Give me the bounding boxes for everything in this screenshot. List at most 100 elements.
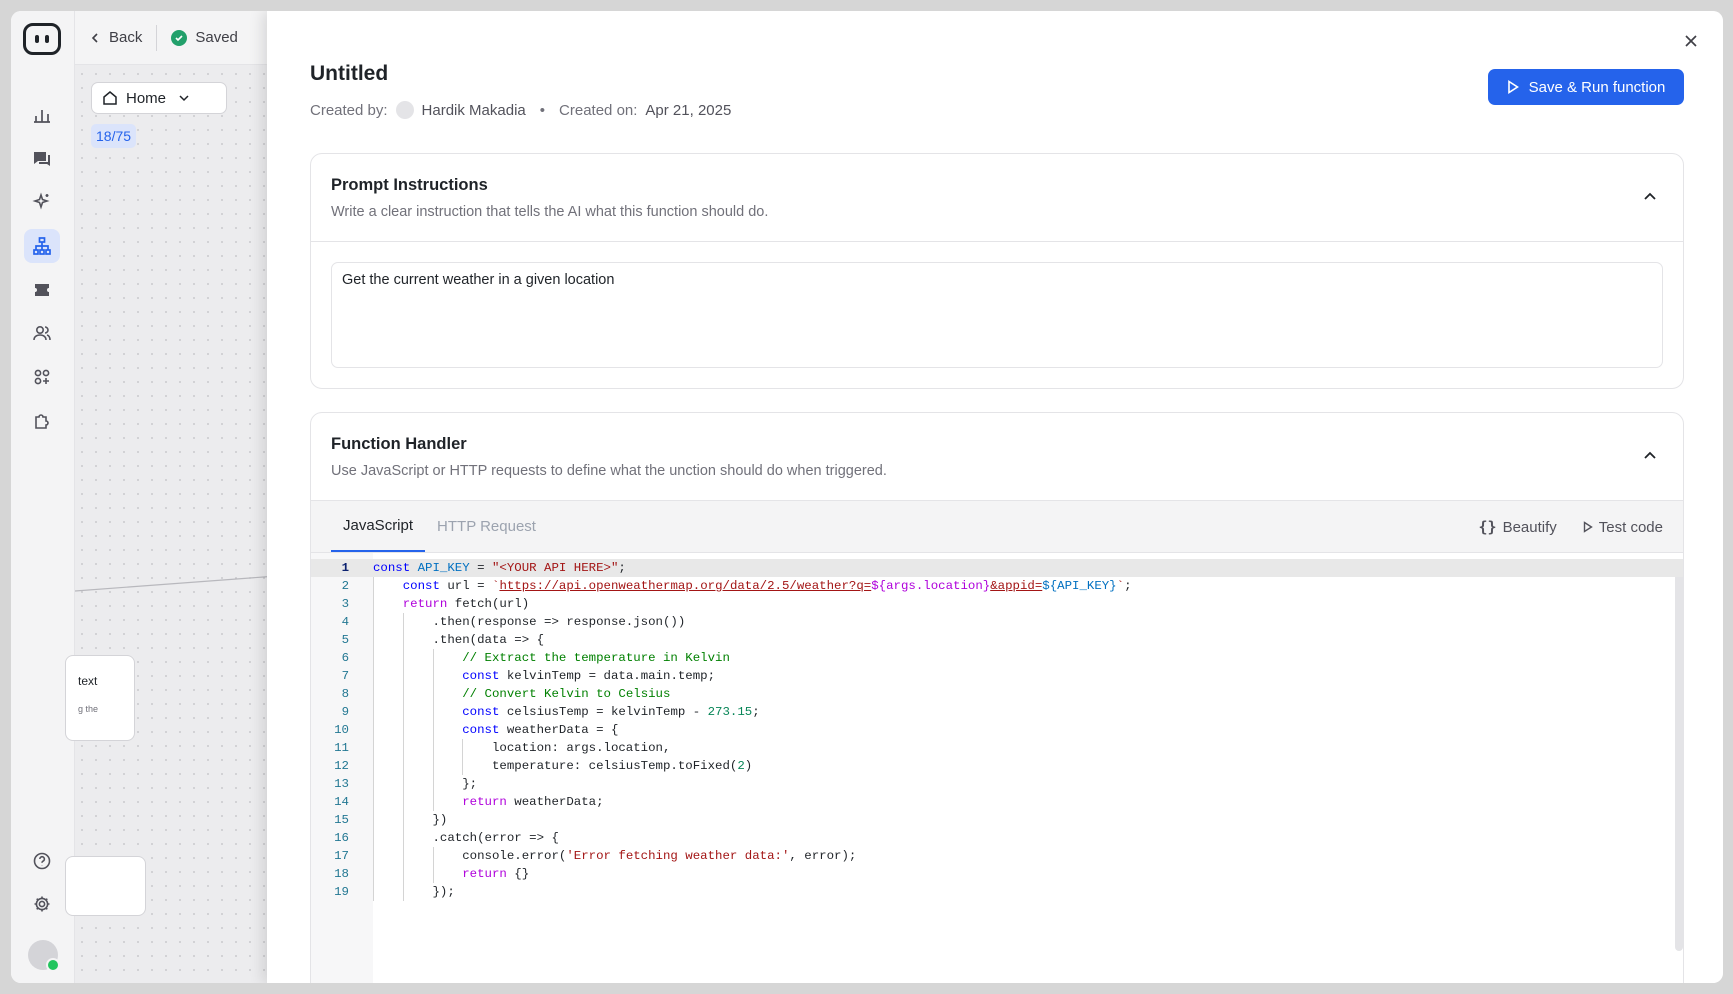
editor-tools: {} Beautify Test code [1479, 501, 1663, 553]
divider [156, 24, 158, 51]
node-label: text [78, 674, 98, 688]
help-icon[interactable] [24, 844, 60, 878]
chevron-down-icon [179, 95, 189, 102]
code-text: const url = `https://api.openweathermap.… [402, 579, 1132, 593]
home-icon [103, 91, 117, 105]
function-handler-card: Function Handler Use JavaScript or HTTP … [310, 412, 1684, 983]
chevron-up-icon[interactable] [1641, 188, 1659, 206]
code-text: .then(data => { [373, 633, 545, 647]
canvas-node-2[interactable] [65, 856, 146, 916]
code-line[interactable]: 17 console.error('Error fetching weather… [311, 847, 1683, 865]
user-avatar[interactable] [28, 940, 60, 972]
code-text: const API_KEY = "<YOUR API HERE>"; [373, 561, 626, 575]
code-line[interactable]: 13 }; [311, 775, 1683, 793]
left-rail [11, 11, 75, 983]
count-badge: 18/75 [91, 124, 137, 148]
beautify-button[interactable]: {} Beautify [1479, 518, 1557, 536]
apps-icon[interactable] [24, 360, 60, 394]
indent-guide [462, 739, 464, 775]
created-by-label: Created by: [310, 101, 388, 119]
code-text: // Extract the temperature in Kelvin [462, 651, 730, 665]
save-run-button[interactable]: Save & Run function [1488, 69, 1684, 105]
app-logo-icon[interactable] [23, 23, 61, 55]
code-line[interactable]: 9 const celsiusTemp = kelvinTemp - 273.1… [311, 703, 1683, 721]
prompt-description: Write a clear instruction that tells the… [331, 204, 769, 220]
gear-icon[interactable] [24, 887, 60, 921]
code-line[interactable]: 4 .then(response => response.json()) [311, 613, 1683, 631]
ticket-icon[interactable] [24, 273, 60, 307]
code-text: return weatherData; [462, 795, 604, 809]
close-button[interactable] [1680, 30, 1702, 52]
person-icon [395, 101, 414, 119]
back-label: Back [109, 29, 143, 46]
line-number: 19 [334, 885, 349, 899]
chat-icon[interactable] [24, 142, 60, 176]
code-text: .then(response => response.json()) [373, 615, 686, 629]
handler-title: Function Handler [331, 435, 467, 453]
line-number: 4 [341, 615, 349, 629]
code-text: }); [373, 885, 455, 899]
code-text: // Convert Kelvin to Celsius [462, 687, 671, 701]
code-line[interactable]: 12 temperature: celsiusTemp.toFixed(2) [311, 757, 1683, 775]
code-line[interactable]: 16 .catch(error => { [311, 829, 1683, 847]
prompt-instructions-card: Prompt Instructions Write a clear instru… [310, 153, 1684, 389]
line-number: 17 [334, 849, 349, 863]
meta-info: Created by: Hardik Makadia • Created on:… [310, 101, 731, 119]
code-line[interactable]: 2 const url = `https://api.openweatherma… [311, 577, 1683, 595]
line-number: 15 [334, 813, 349, 827]
home-dropdown[interactable]: Home [91, 82, 227, 114]
line-number: 12 [334, 759, 349, 773]
line-number: 9 [341, 705, 349, 719]
back-button[interactable]: Back [89, 29, 142, 46]
code-line[interactable]: 19 }); [311, 883, 1683, 901]
page-title[interactable]: Untitled [310, 62, 388, 86]
prompt-textarea[interactable]: Get the current weather in a given locat… [331, 262, 1663, 368]
code-line[interactable]: 1 const API_KEY = "<YOUR API HERE>"; [311, 559, 1683, 577]
code-text: const celsiusTemp = kelvinTemp - 273.15; [462, 705, 760, 719]
line-number: 7 [341, 669, 349, 683]
sparkle-icon[interactable] [24, 185, 60, 219]
code-text: temperature: celsiusTemp.toFixed(2) [373, 759, 753, 773]
code-line[interactable]: 18 return {} [311, 865, 1683, 883]
code-line[interactable]: 6 // Extract the temperature in Kelvin [311, 649, 1683, 667]
code-line[interactable]: 11 location: args.location, [311, 739, 1683, 757]
check-circle-icon [171, 29, 188, 46]
play-icon [1507, 80, 1519, 94]
indent-guide [432, 847, 434, 883]
code-text: const weatherData = { [462, 723, 619, 737]
line-number: 14 [334, 795, 349, 809]
line-number: 8 [341, 687, 349, 701]
code-line[interactable]: 15 }) [311, 811, 1683, 829]
code-line[interactable]: 7 const kelvinTemp = data.main.temp; [311, 667, 1683, 685]
meta-separator: • [539, 101, 546, 119]
prompt-title: Prompt Instructions [331, 176, 488, 194]
test-code-button[interactable]: Test code [1583, 519, 1663, 536]
workflow-canvas[interactable]: Back Saved Home 18/75 text g the [65, 11, 277, 983]
workflow-icon[interactable] [24, 229, 60, 263]
bar-chart-icon[interactable] [24, 98, 60, 132]
canvas-node[interactable]: text g the [65, 655, 135, 741]
code-line[interactable]: 14 return weatherData; [311, 793, 1683, 811]
tab-javascript[interactable]: JavaScript [331, 501, 426, 552]
users-icon[interactable] [24, 316, 60, 350]
code-line[interactable]: 8 // Convert Kelvin to Celsius [311, 685, 1683, 703]
braces-icon: {} [1478, 518, 1497, 536]
code-line[interactable]: 10 const weatherData = { [311, 721, 1683, 739]
handler-description: Use JavaScript or HTTP requests to defin… [331, 463, 887, 479]
function-panel: Untitled Created by: Hardik Makadia • Cr… [267, 11, 1723, 983]
code-editor[interactable]: 1 const API_KEY = "<YOUR API HERE>"; 2 con… [311, 553, 1683, 983]
tab-http-request[interactable]: HTTP Request [425, 501, 548, 552]
code-text: }; [373, 777, 478, 791]
line-number: 13 [334, 777, 349, 791]
indent-guide [402, 613, 404, 901]
prompt-card-header[interactable]: Prompt Instructions Write a clear instru… [311, 154, 1683, 242]
code-line[interactable]: 5 .then(data => { [311, 631, 1683, 649]
code-line[interactable]: 3 return fetch(url) [311, 595, 1683, 613]
line-number: 11 [334, 741, 349, 755]
line-number: 5 [341, 633, 349, 647]
handler-card-header[interactable]: Function Handler Use JavaScript or HTTP … [311, 413, 1683, 501]
chevron-up-icon[interactable] [1641, 447, 1659, 465]
plugin-icon[interactable] [24, 404, 60, 438]
line-number: 16 [334, 831, 349, 845]
close-icon [1685, 35, 1697, 47]
